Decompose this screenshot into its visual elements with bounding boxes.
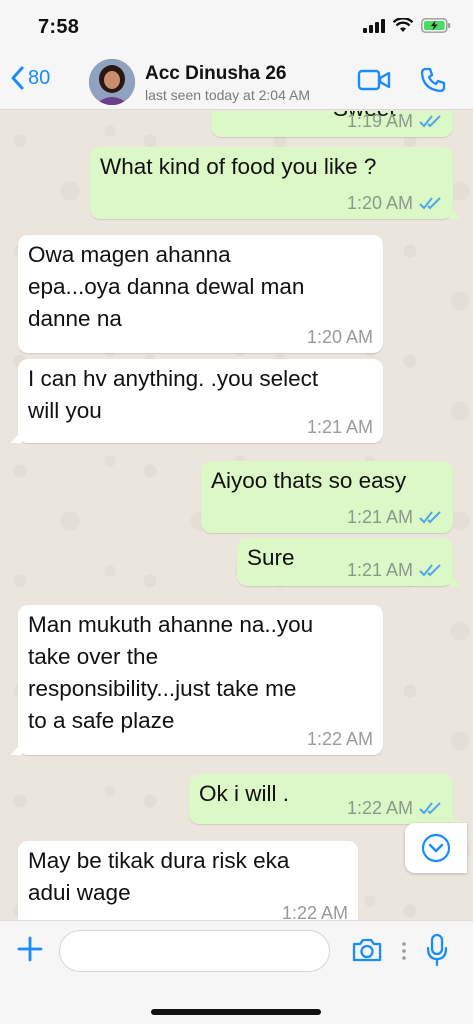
message-text: Aiyoo thats so easy bbox=[211, 468, 407, 493]
message-bubble-incoming[interactable]: Man mukuth ahanne na..you take over the … bbox=[10, 605, 383, 755]
status-bar: 7:58 bbox=[0, 0, 473, 52]
message-text: I can hv anything. .you select will you bbox=[28, 366, 319, 423]
message-meta: 1:21 AM bbox=[347, 507, 443, 527]
camera-button[interactable] bbox=[351, 937, 383, 968]
battery-charging-icon bbox=[421, 18, 451, 33]
message-bubble-outgoing[interactable]: Sure 1:21 AM bbox=[237, 538, 461, 586]
message-time: 1:21 AM bbox=[346, 560, 413, 580]
avatar-image bbox=[89, 59, 135, 105]
message-meta: 1:22 AM bbox=[307, 729, 373, 749]
message-text: May be tikak dura risk eka adui wage bbox=[28, 848, 290, 905]
message-composer bbox=[0, 920, 473, 1024]
contact-name[interactable]: Acc Dinusha 26 bbox=[145, 63, 287, 85]
phone-icon bbox=[420, 67, 446, 93]
chevron-left-icon bbox=[11, 66, 24, 90]
voice-call-button[interactable] bbox=[419, 66, 447, 99]
message-bubble-incoming[interactable]: I can hv anything. .you select will you … bbox=[10, 359, 383, 443]
last-seen-status: last seen today at 2:04 AM bbox=[145, 87, 310, 103]
unread-count: 80 bbox=[28, 66, 51, 89]
message-time: 1:21 AM bbox=[306, 417, 373, 437]
message-meta: 1:22 AM bbox=[347, 798, 443, 818]
video-call-button[interactable] bbox=[357, 68, 391, 97]
message-meta: 1:21 AM bbox=[307, 417, 373, 437]
double-check-icon bbox=[419, 197, 441, 210]
message-bubble-outgoing[interactable]: Ok i will . 1:22 AM bbox=[189, 774, 461, 824]
attach-button[interactable] bbox=[16, 935, 44, 968]
message-text: Man mukuth ahanne na..you take over the … bbox=[28, 612, 314, 733]
message-time: 1:22 AM bbox=[306, 729, 373, 749]
camera-icon bbox=[352, 938, 382, 962]
message-bubble-incoming[interactable]: Owa magen ahanna epa...oya danna dewal m… bbox=[18, 235, 383, 353]
status-icons bbox=[363, 18, 451, 33]
message-meta: 1:22 AM bbox=[282, 903, 348, 920]
plus-icon bbox=[17, 936, 43, 962]
double-check-icon bbox=[419, 802, 441, 815]
more-dots-icon bbox=[402, 942, 406, 960]
wifi-icon bbox=[393, 18, 413, 32]
avatar[interactable] bbox=[89, 59, 135, 105]
message-time: 1:19 AM bbox=[346, 111, 413, 131]
chat-header: 80 Acc Dinusha 26 last seen today at 2:0… bbox=[0, 52, 473, 110]
message-bubble-outgoing[interactable]: What kind of food you like ? 1:20 AM bbox=[90, 147, 461, 219]
message-bubble-incoming[interactable]: May be tikak dura risk eka adui wage 1:2… bbox=[18, 841, 358, 920]
message-time: 1:21 AM bbox=[346, 507, 413, 527]
back-button[interactable]: 80 bbox=[10, 66, 50, 90]
chevron-down-circle-icon bbox=[421, 833, 451, 863]
video-call-icon bbox=[357, 69, 391, 91]
message-time: 1:20 AM bbox=[346, 193, 413, 213]
voice-message-button[interactable] bbox=[426, 933, 448, 972]
message-time: 1:22 AM bbox=[346, 798, 413, 818]
message-time: 1:22 AM bbox=[281, 903, 348, 920]
double-check-icon bbox=[419, 564, 441, 577]
signal-icon bbox=[363, 18, 385, 33]
home-indicator bbox=[151, 1009, 321, 1015]
message-time: 1:20 AM bbox=[306, 327, 373, 347]
message-text: Sure bbox=[247, 545, 295, 570]
message-text: Owa magen ahanna epa...oya danna dewal m… bbox=[28, 242, 305, 331]
message-meta: 1:21 AM bbox=[347, 560, 443, 580]
chat-messages[interactable]: Sweet 1:19 AM What kind of food you like… bbox=[0, 111, 473, 920]
message-text: What kind of food you like ? bbox=[100, 154, 377, 179]
microphone-icon bbox=[426, 933, 448, 967]
message-meta: 1:20 AM bbox=[307, 327, 373, 347]
double-check-icon bbox=[419, 511, 441, 524]
message-bubble-outgoing[interactable]: Sweet 1:19 AM bbox=[211, 111, 453, 137]
message-bubble-outgoing[interactable]: Aiyoo thats so easy 1:21 AM bbox=[201, 461, 453, 533]
message-input[interactable] bbox=[59, 930, 330, 972]
scroll-to-bottom-button[interactable] bbox=[405, 823, 467, 873]
message-meta: 1:20 AM bbox=[347, 193, 443, 213]
status-time: 7:58 bbox=[38, 16, 80, 38]
message-meta: 1:19 AM bbox=[347, 111, 443, 131]
double-check-icon bbox=[419, 115, 441, 128]
message-text: Ok i will . bbox=[199, 781, 289, 806]
